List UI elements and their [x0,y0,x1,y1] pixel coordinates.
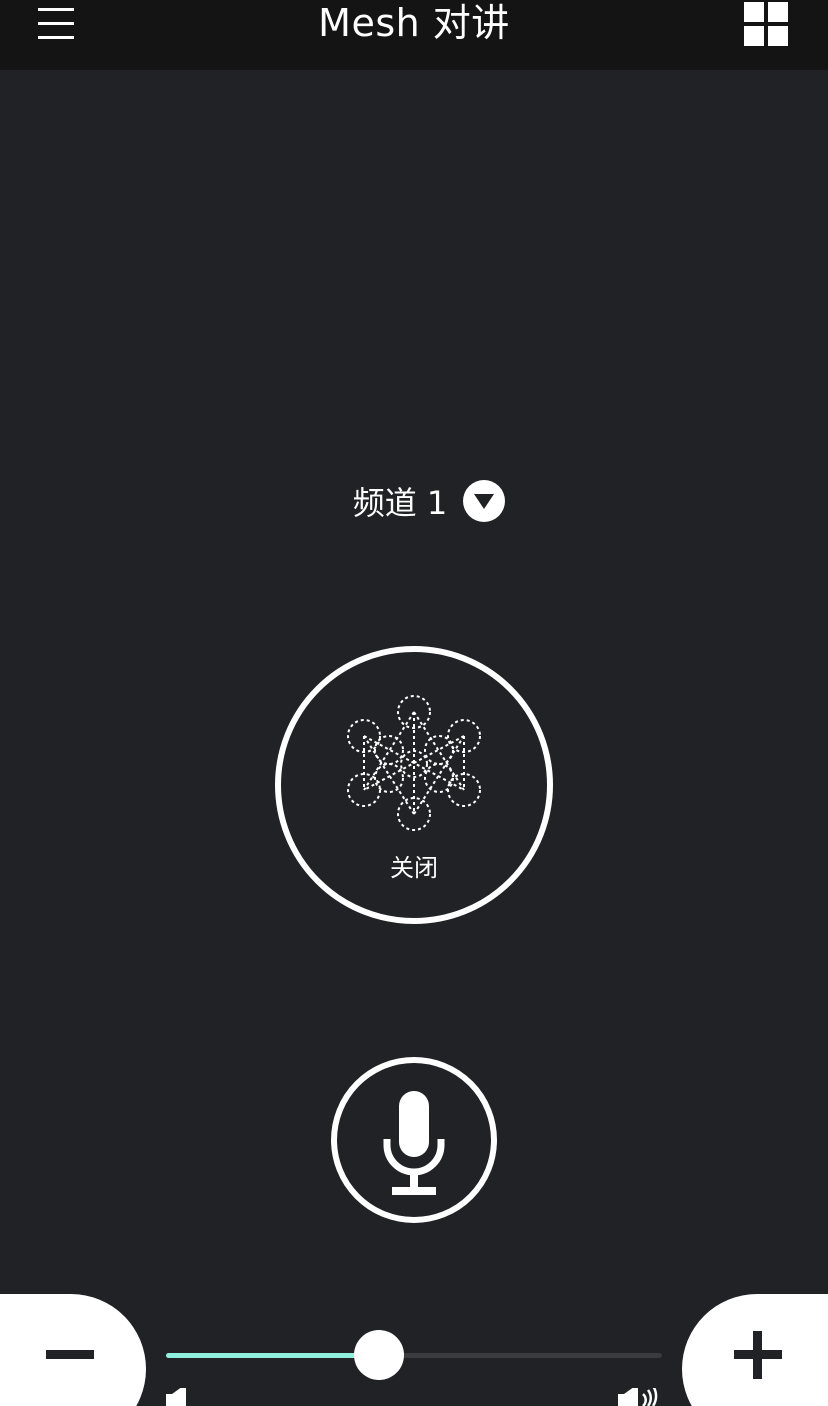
chevron-down-circle-icon[interactable] [463,480,506,522]
volume-slider[interactable] [166,1330,662,1380]
mesh-toggle-button[interactable]: 关闭 [275,646,553,924]
channel-selector[interactable]: 频道 1 [0,476,828,526]
speaker-high-icon [618,1388,658,1406]
mesh-network-icon [347,695,481,831]
grid-view-icon[interactable] [744,2,788,46]
page-title: Mesh 对讲 [318,1,510,45]
mesh-status-label: 关闭 [390,854,438,882]
channel-label: 频道 1 [352,484,448,522]
volume-slider-thumb[interactable] [354,1330,404,1380]
top-bar: Mesh 对讲 [0,0,828,70]
app-screen: Mesh 对讲 频道 1 关闭 [0,0,828,1406]
volume-down-button[interactable] [0,1294,146,1406]
microphone-icon [383,1091,445,1195]
volume-up-button[interactable] [682,1294,828,1406]
minus-icon [46,1350,94,1359]
speaker-low-icon [166,1388,186,1406]
volume-slider-fill [166,1353,379,1358]
push-to-talk-button[interactable] [331,1057,497,1223]
